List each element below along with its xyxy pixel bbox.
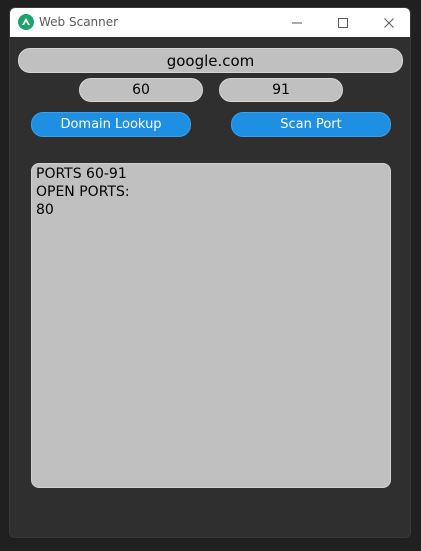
output-line-open-ports-label: OPEN PORTS:	[36, 184, 130, 200]
title-bar: Web Scanner	[10, 8, 410, 37]
port-end-input[interactable]: 91	[219, 78, 343, 102]
scan-output-box[interactable]: PORTS 60-91 OPEN PORTS: 80	[31, 163, 391, 488]
minimize-button[interactable]	[274, 8, 320, 37]
close-button[interactable]	[366, 8, 410, 37]
app-window: Web Scanner google.com 60 91 Domain Look…	[9, 7, 411, 538]
maximize-icon	[338, 17, 348, 28]
minimize-icon	[292, 22, 302, 23]
window-title: Web Scanner	[39, 15, 119, 29]
output-line-ports-range: PORTS 60-91	[36, 166, 127, 182]
maximize-button[interactable]	[320, 8, 366, 37]
domain-input[interactable]: google.com	[18, 48, 403, 73]
port-start-input[interactable]: 60	[79, 78, 203, 102]
output-line-open-port: 80	[36, 202, 54, 218]
android-app-icon	[18, 14, 34, 30]
close-icon	[384, 17, 394, 28]
scan-port-button[interactable]: Scan Port	[231, 112, 391, 137]
domain-lookup-button[interactable]: Domain Lookup	[31, 112, 191, 137]
